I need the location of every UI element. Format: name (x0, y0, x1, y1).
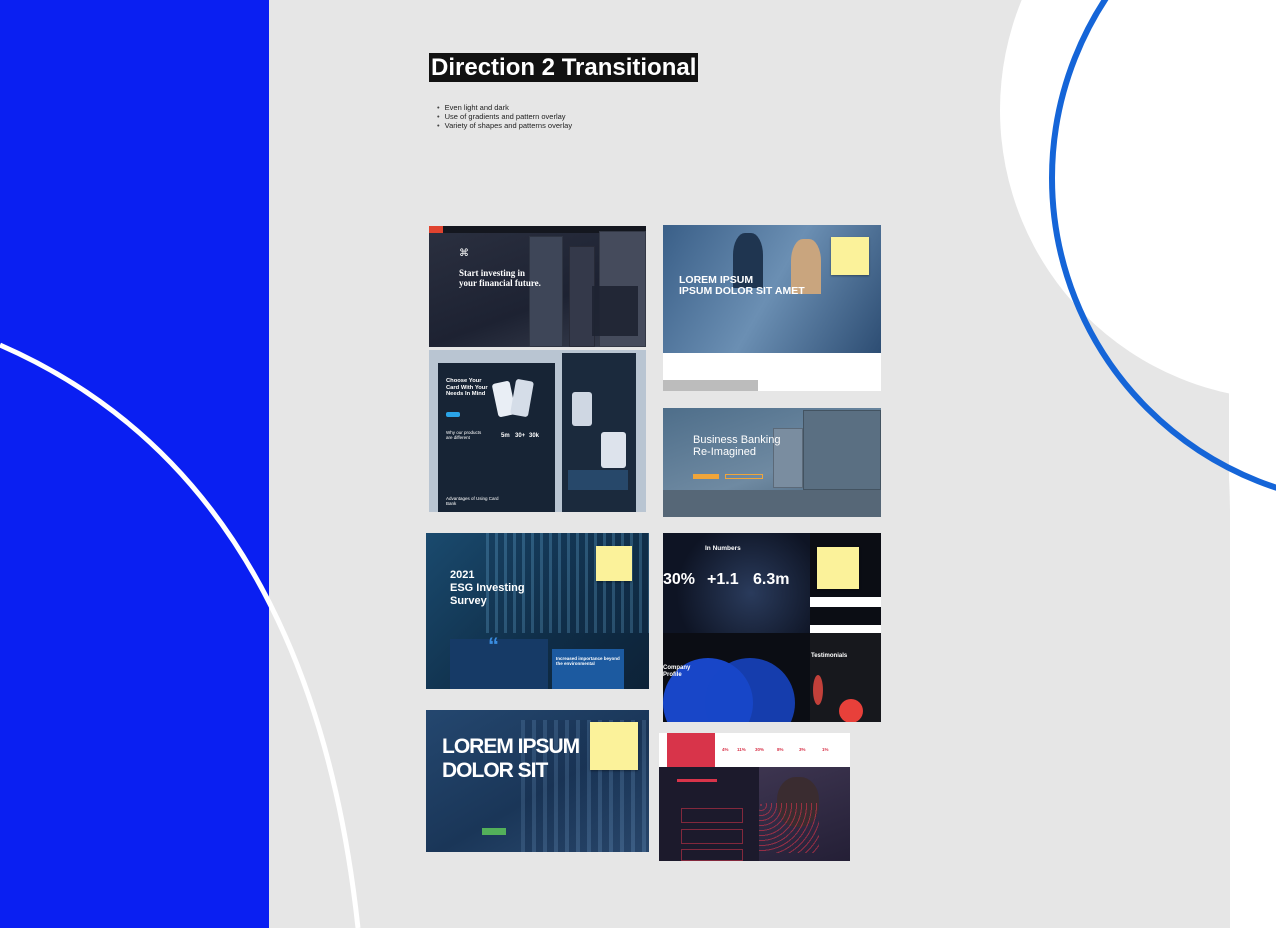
thumbnail-in-numbers[interactable]: In Numbers 30% +1.1 6.3m Company Profile… (663, 533, 881, 722)
stat-value: 8% (777, 747, 784, 752)
thumbnail-choose-your-card[interactable]: Choose Your Card With Your Needs In Mind… (429, 350, 646, 512)
thumb-heading-line1: Business Banking (693, 434, 781, 446)
thumbnail-business-banking[interactable]: Business Banking Re-Imagined (663, 408, 881, 517)
thumb-label: Company Profile (663, 665, 691, 678)
thumb-heading-line1: LOREM IPSUM (442, 735, 580, 758)
stat-value: 30% (755, 747, 765, 752)
thumb-heading-line2: Re-Imagined (693, 446, 756, 458)
bullet-item: Use of gradients and pattern overlay (437, 112, 572, 121)
stat-value: 11% (737, 747, 746, 752)
stat-value: 1% (822, 747, 829, 752)
thumbnail-start-investing[interactable]: ⌘ Start investing in your financial futu… (429, 226, 646, 347)
thumb-subheading: Why our products are different (446, 430, 482, 440)
thumb-heading-line1: 2021 (450, 569, 475, 581)
thumb-heading-line3: Survey (450, 595, 487, 607)
thumb-heading-line2: IPSUM DOLOR SIT AMET (679, 285, 805, 297)
stat-value: 3% (799, 747, 806, 752)
thumb-side-heading: Increased importance beyond the environm… (556, 656, 620, 666)
stat-value: +1.1 (707, 571, 739, 588)
page-title: Direction 2 Transitional (429, 53, 699, 82)
stat-value: 30+ (515, 433, 526, 439)
bullet-item: Variety of shapes and patterns overlay (437, 121, 572, 130)
thumbnail-lorem-ipsum-dolor[interactable]: LOREM IPSUM DOLOR SIT (426, 710, 649, 852)
stat-value: 30k (529, 433, 540, 439)
thumb-footer: Advantages of Using Card Bank (446, 496, 499, 506)
thumbnail-esg-survey[interactable]: 2021 ESG Investing Survey “ Increased im… (426, 533, 649, 689)
thumbnail-lorem-ipsum-banner[interactable]: LOREM IPSUM IPSUM DOLOR SIT AMET (663, 225, 881, 391)
thumb-label: Testimonials (811, 653, 848, 659)
bullet-list: Even light and dark Use of gradients and… (437, 103, 572, 130)
thumbnail-red-dark-page[interactable]: 4% 11% 30% 8% 3% 1% (659, 733, 850, 861)
blue-side-panel (0, 0, 269, 928)
canvas: Direction 2 Transitional Even light and … (0, 0, 1276, 928)
bullet-item: Even light and dark (437, 103, 572, 112)
logo-mark: ⌘ (459, 248, 469, 259)
thumb-heading-line2: ESG Investing (450, 582, 525, 594)
thumb-heading: Choose Your Card With Your Needs In Mind (446, 378, 488, 397)
stat-value: 4% (722, 747, 729, 752)
thumb-heading: Start investing in your financial future… (459, 268, 541, 288)
gray-backdrop-curve (900, 180, 1230, 928)
stat-value: 6.3m (753, 571, 790, 588)
quote-mark: “ (488, 633, 499, 658)
thumb-heading-line2: DOLOR SIT (442, 759, 548, 782)
stat-value: 5m (501, 433, 510, 439)
thumb-heading: In Numbers (705, 545, 741, 552)
stat-value: 30% (663, 571, 696, 588)
